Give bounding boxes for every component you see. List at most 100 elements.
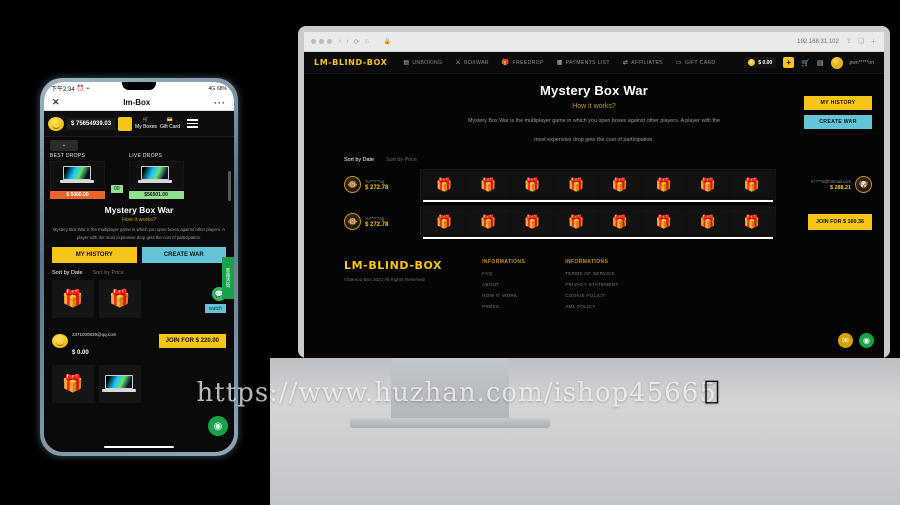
box-item[interactable]: 🎁 bbox=[686, 172, 730, 198]
coin-icon bbox=[52, 334, 68, 349]
back-icon[interactable]: ‹ bbox=[339, 38, 341, 45]
player-meta: Yu******ng $ 272.78 bbox=[365, 179, 388, 191]
how-it-works-link[interactable]: How it works? bbox=[304, 103, 884, 110]
nav-label: GIFT CARD bbox=[684, 59, 716, 66]
laptop-icon bbox=[102, 375, 136, 393]
nav-item-freedrop[interactable]: 🎁 FREEDROP bbox=[502, 59, 544, 67]
card-icon: ▭ bbox=[675, 60, 682, 66]
watch-button[interactable]: watch bbox=[204, 304, 226, 314]
box-item[interactable]: 🎁 bbox=[642, 209, 686, 235]
new-tab-icon[interactable]: ＋ bbox=[870, 37, 877, 47]
box-item[interactable]: 🎁 bbox=[730, 209, 773, 235]
box-item[interactable]: 🎁 bbox=[466, 172, 510, 198]
box-item[interactable]: 🎁 bbox=[510, 209, 554, 235]
hero-description-line2: most expensive drop gets the cost of par… bbox=[534, 136, 654, 143]
refresh-icon[interactable]: ⟳ bbox=[354, 38, 360, 46]
footer-link-privacy[interactable]: PRIVACY STATEMENT bbox=[565, 282, 618, 287]
box-item[interactable]: 🎁 bbox=[686, 209, 730, 235]
hamburger-icon[interactable] bbox=[187, 119, 199, 128]
card-icon: 💳 bbox=[166, 116, 174, 123]
site-logo[interactable]: LM-BLIND-BOX bbox=[314, 58, 387, 67]
mini-tab-button[interactable]: ▪ bbox=[50, 140, 78, 151]
hero-buttons: MY HISTORY CREATE WAR bbox=[804, 96, 872, 129]
box-item[interactable]: 🎁 bbox=[554, 209, 598, 235]
box-item[interactable]: 🎁 bbox=[598, 209, 642, 235]
how-it-works-link[interactable]: How it works? bbox=[52, 217, 226, 223]
box-item[interactable]: 🎁 bbox=[52, 280, 94, 319]
my-history-button[interactable]: MY HISTORY bbox=[52, 247, 137, 264]
support-fab-button[interactable]: ◉ bbox=[208, 416, 228, 436]
my-boxes-label: My Boxes bbox=[135, 123, 157, 130]
gift-card-button[interactable]: 💳 Gift Card bbox=[160, 116, 181, 130]
nav-item-gift-card[interactable]: ▭ GIFT CARD bbox=[675, 59, 716, 67]
sort-by-price[interactable]: Sort by Price bbox=[93, 270, 124, 276]
share-icon: ⇄ bbox=[622, 60, 629, 66]
phone-hero-buttons: MY HISTORY CREATE WAR bbox=[44, 242, 234, 264]
add-funds-button[interactable]: + bbox=[783, 57, 795, 68]
drops-tabs: BEST DROPS LIVE DROPS bbox=[44, 153, 234, 159]
box-item[interactable]: 🎁 bbox=[598, 172, 642, 198]
share-icon[interactable]: ⇪ bbox=[846, 37, 852, 47]
footer-link-terms[interactable]: TERMS OF SERVICE bbox=[565, 271, 618, 276]
footer-link-about[interactable]: ABOUT bbox=[482, 282, 525, 287]
tabs-icon[interactable]: ❑ bbox=[858, 37, 864, 47]
footer-link-press[interactable]: PRESS bbox=[482, 304, 525, 309]
player-name: K*****s@hotmail.com bbox=[811, 178, 851, 184]
box-item[interactable]: 🎁 bbox=[52, 365, 94, 404]
user-avatar[interactable] bbox=[830, 56, 843, 69]
balance-display: $ 0.00 bbox=[744, 57, 777, 68]
war-left-player: 🐵 Yu******ng $ 272.78 bbox=[344, 176, 414, 194]
site-navigation: LM-BLIND-BOX ▤ UNBOXING ⚔ BOXWAR 🎁 FREED… bbox=[304, 52, 884, 74]
footer-link-faq[interactable]: FAQ bbox=[482, 271, 525, 276]
more-icon[interactable]: ··· bbox=[214, 98, 226, 108]
my-boxes-button[interactable]: 🛒 My Boxes bbox=[135, 117, 157, 130]
box-item[interactable]: 🎁 bbox=[642, 172, 686, 198]
sort-by-date[interactable]: Sort by Date bbox=[52, 270, 83, 276]
window-controls[interactable] bbox=[311, 39, 332, 44]
join-war-button[interactable]: JOIN FOR $ 220.00 bbox=[158, 334, 226, 349]
cart-icon[interactable]: 🛒 bbox=[801, 59, 810, 67]
nav-label: UNBOXING bbox=[412, 59, 443, 66]
home-icon[interactable]: ⌂ bbox=[365, 38, 369, 45]
nav-item-boxwar[interactable]: ⚔ BOXWAR bbox=[455, 59, 488, 67]
footer-copyright: ©Demo1-Box 2022 All Rights Reserved bbox=[344, 277, 425, 283]
apple-logo-icon:  bbox=[704, 376, 721, 406]
box-item[interactable]: 🎁 bbox=[99, 280, 141, 319]
join-war-button[interactable]: JOIN FOR $ 160.36 bbox=[808, 213, 872, 230]
scrollbar[interactable] bbox=[228, 171, 231, 201]
mail-fab-button[interactable]: ✉ bbox=[838, 333, 853, 348]
footer-link-cookie[interactable]: COOKIE POLICY bbox=[565, 293, 618, 298]
gift-card-label: Gift Card bbox=[160, 123, 181, 130]
support-fab-button[interactable]: ◉ bbox=[859, 333, 874, 348]
drop-item[interactable]: $56501.00 bbox=[128, 161, 184, 199]
sort-by-price[interactable]: Sort by Price bbox=[386, 157, 417, 163]
drop-item[interactable]: $ 5060.00 bbox=[50, 161, 105, 199]
sort-by-date[interactable]: Sort by Date bbox=[344, 157, 374, 163]
address-bar[interactable]: 🔒 192.168.31.102 bbox=[376, 38, 839, 46]
add-funds-button[interactable] bbox=[118, 116, 133, 131]
tab-best-drops[interactable]: BEST DROPS bbox=[50, 153, 85, 159]
footer-link-aml[interactable]: AML POLICY bbox=[565, 304, 618, 309]
tab-live-drops[interactable]: LIVE DROPS bbox=[129, 153, 162, 159]
box-item[interactable]: 🎁 bbox=[423, 209, 466, 235]
forward-icon[interactable]: › bbox=[346, 38, 348, 45]
box-item[interactable]: 🎁 bbox=[730, 172, 773, 198]
close-icon[interactable]: ✕ bbox=[52, 97, 60, 108]
username-label: pwn*****on bbox=[849, 59, 874, 66]
box-item[interactable]: 🎁 bbox=[510, 172, 554, 198]
alarm-icon: ⏰ bbox=[76, 86, 85, 92]
nav-item-unboxing[interactable]: ▤ UNBOXING bbox=[403, 59, 443, 67]
support-side-tab[interactable]: 客服咨询 bbox=[222, 257, 234, 299]
inventory-icon[interactable]: ▤ bbox=[817, 59, 824, 67]
box-item[interactable]: 🎁 bbox=[423, 172, 466, 198]
box-item[interactable]: 🎁 bbox=[554, 172, 598, 198]
footer-link-how-it-work[interactable]: HOW IT WORK bbox=[482, 293, 525, 298]
nav-item-payments-list[interactable]: ▦ PAYMENTS LIST bbox=[557, 59, 610, 67]
nav-item-affiliates[interactable]: ⇄ AFFILIATES bbox=[622, 59, 663, 67]
create-war-button[interactable]: CREATE WAR bbox=[141, 247, 226, 264]
footer-column-title: INFORMATIONS bbox=[565, 259, 609, 266]
create-war-button[interactable]: CREATE WAR bbox=[804, 115, 872, 129]
box-item[interactable]: 🎁 bbox=[466, 209, 510, 235]
my-history-button[interactable]: MY HISTORY bbox=[804, 96, 872, 110]
box-item[interactable] bbox=[99, 365, 141, 404]
